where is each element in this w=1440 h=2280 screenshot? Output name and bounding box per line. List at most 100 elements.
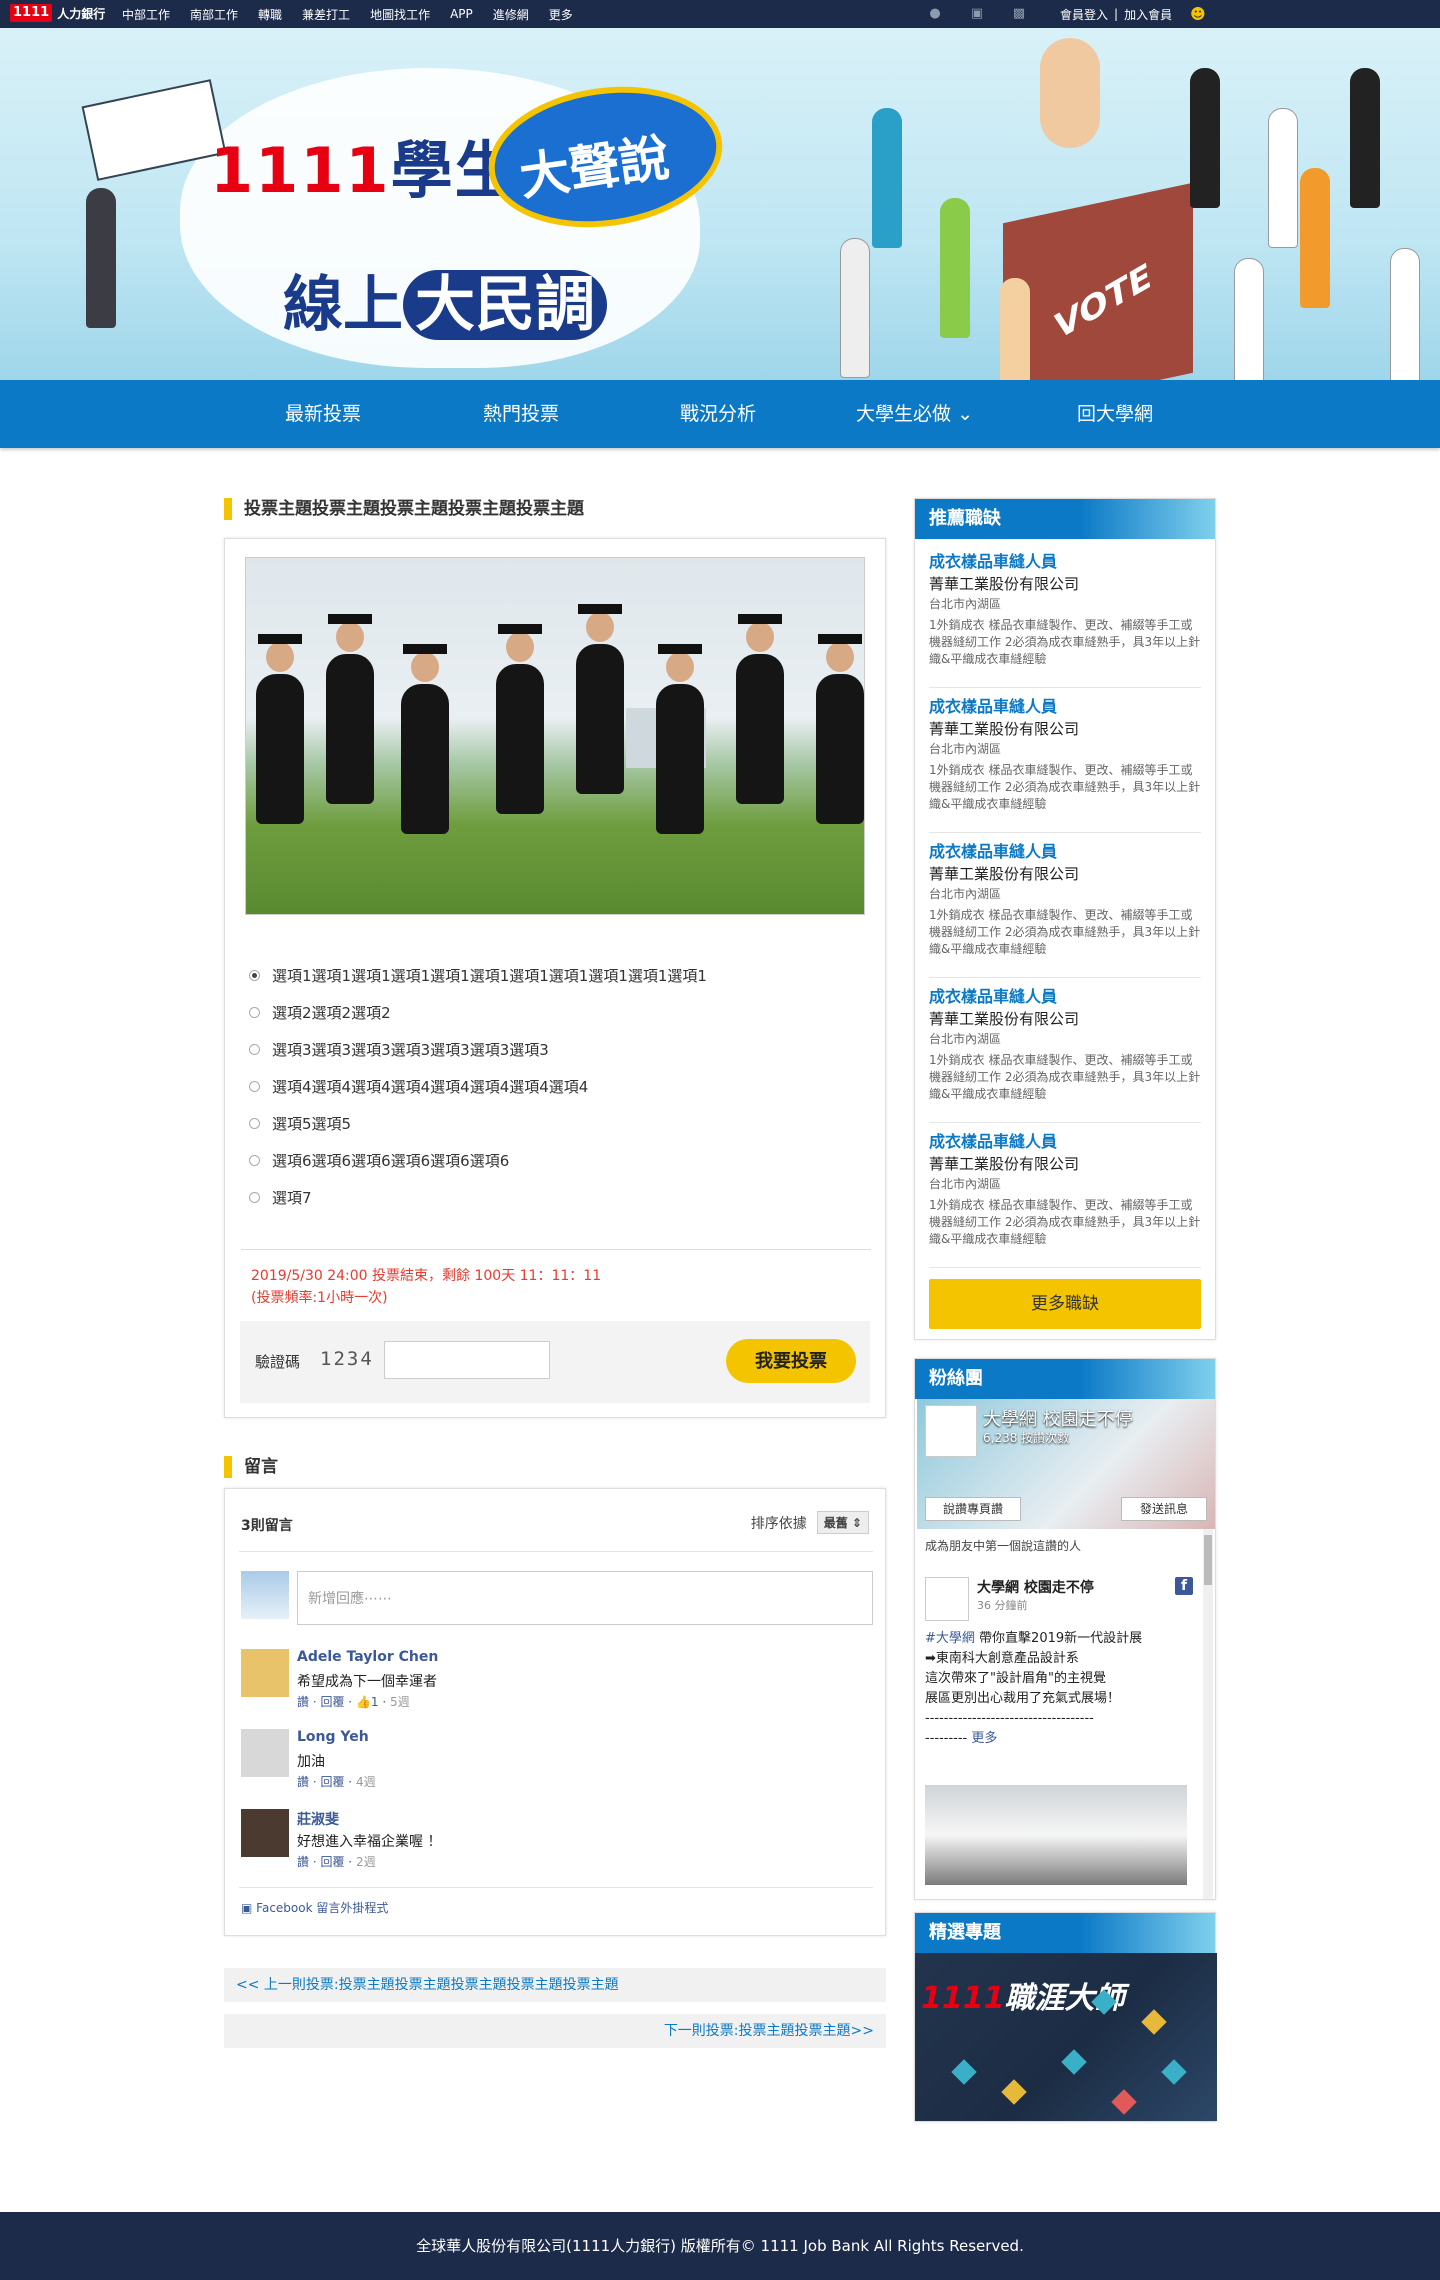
chevron-down-icon: ⌄ [957, 403, 973, 425]
search-doc-icon[interactable]: ▣ [968, 7, 986, 21]
fb-page-name[interactable]: 大學網 校園走不停 [983, 1405, 1133, 1431]
top-nav-item[interactable]: 兼差打工 [302, 6, 350, 23]
user-icon[interactable]: ☻ [1190, 5, 1206, 23]
new-comment-input[interactable]: 新增回應⋯⋯ [297, 1571, 873, 1625]
nav-must-do[interactable]: 大學生必做 ⌄ [856, 380, 973, 448]
radio[interactable] [249, 1155, 260, 1166]
poll-option[interactable]: 選項6選項6選項6選項6選項6選項6 [249, 1142, 707, 1179]
job-location: 台北市內湖區 [929, 742, 1002, 756]
poll-option[interactable]: 選項3選項3選項3選項3選項3選項3選項3 [249, 1031, 707, 1068]
radio[interactable] [249, 1192, 260, 1203]
poll-option[interactable]: 選項5選項5 [249, 1105, 707, 1142]
top-nav-item[interactable]: 地圖找工作 [370, 6, 430, 23]
reply-link[interactable]: 回覆 [320, 1775, 344, 1789]
bell-icon[interactable]: ● [926, 7, 944, 21]
site-logo[interactable]: 1111 人力銀行 [10, 4, 105, 22]
more-jobs-button[interactable]: 更多職缺 [929, 1279, 1201, 1329]
fb-likes: 6,238 按讚次數 [983, 1431, 1070, 1445]
verify-area: 驗證碼 1234 我要投票 [240, 1321, 870, 1403]
top-nav-item[interactable]: 進修網 [493, 6, 529, 23]
hero-bubble-text: 大聲說 [516, 128, 673, 207]
nav-back-portal[interactable]: 回大學網 [1077, 380, 1153, 448]
logo-name: 人力銀行 [57, 6, 106, 21]
comment-author[interactable]: Adele Taylor Chen [297, 1649, 438, 1665]
fb-more-link[interactable]: 更多 [971, 1731, 997, 1746]
nav-hot-votes[interactable]: 熱門投票 [483, 380, 559, 448]
person-figure [1234, 258, 1264, 380]
person-figure [1390, 248, 1420, 380]
sort-select[interactable]: 最舊 ⇕ [816, 1511, 869, 1534]
nav-latest-votes[interactable]: 最新投票 [285, 380, 361, 448]
person-figure [872, 108, 902, 248]
radio[interactable] [249, 1081, 260, 1092]
facebook-icon: f [1175, 1577, 1193, 1595]
job-title[interactable]: 成衣樣品車縫人員 [929, 986, 1201, 1008]
job-description: 1外銷成衣 樣品衣車縫製作、更改、補綴等手工或機器縫紉工作 2必須為成衣車縫熟手… [929, 1198, 1201, 1246]
job-description: 1外銷成衣 樣品衣車縫製作、更改、補綴等手工或機器縫紉工作 2必須為成衣車縫熟手… [929, 1053, 1201, 1101]
person-figure [86, 188, 116, 328]
join-link[interactable]: 加入會員 [1124, 6, 1172, 23]
comment-actions: 讚 · 回覆 · 2週 [297, 1855, 376, 1869]
scrollbar-thumb[interactable] [1204, 1535, 1212, 1585]
captcha-input[interactable] [384, 1341, 550, 1379]
radio[interactable] [249, 1007, 260, 1018]
top-nav-item[interactable]: 更多 [549, 6, 573, 23]
like-link[interactable]: 讚 [297, 1695, 309, 1709]
radio-selected[interactable] [249, 970, 260, 981]
reply-link[interactable]: 回覆 [320, 1695, 344, 1709]
poll-option[interactable]: 選項7 [249, 1179, 707, 1216]
scrollbar[interactable] [1203, 1529, 1213, 1899]
divider [241, 1249, 871, 1250]
top-nav-item[interactable]: 轉職 [258, 6, 282, 23]
like-link[interactable]: 讚 [297, 1855, 309, 1869]
comment-author[interactable]: 莊淑斐 [297, 1809, 339, 1829]
fb-message-button[interactable]: 發送訊息 [1121, 1497, 1207, 1521]
top-bar-right: ● ▣ ▩ 會員登入 | 加入會員 ☻ [914, 0, 1216, 28]
poll-option[interactable]: 選項2選項2選項2 [249, 994, 707, 1031]
job-title[interactable]: 成衣樣品車縫人員 [929, 551, 1201, 573]
comment-time: 5週 [389, 1695, 410, 1709]
person-figure [840, 238, 870, 378]
top-nav-item[interactable]: APP [450, 7, 473, 21]
job-title[interactable]: 成衣樣品車縫人員 [929, 1131, 1201, 1153]
comment-time: 4週 [355, 1775, 376, 1789]
radio[interactable] [249, 1044, 260, 1055]
topic-banner[interactable]: 1111職涯大師 [915, 1953, 1217, 2121]
poll-option-label: 選項2選項2選項2 [272, 1004, 391, 1022]
prev-poll-link[interactable]: << 上一則投票:投票主題投票主題投票主題投票主題投票主題 [224, 1968, 886, 2002]
person-figure [1190, 68, 1220, 208]
job-location: 台北市內湖區 [929, 1177, 1002, 1191]
job-title[interactable]: 成衣樣品車縫人員 [929, 696, 1201, 718]
nav-analysis[interactable]: 戰況分析 [680, 380, 756, 448]
comment-actions: 讚 · 回覆 · 👍1 · 5週 [297, 1695, 410, 1709]
vote-button[interactable]: 我要投票 [726, 1339, 856, 1383]
poll-option[interactable]: 選項4選項4選項4選項4選項4選項4選項4選項4 [249, 1068, 707, 1105]
comment-text: 希望成為下一個幸運者 [297, 1674, 437, 1690]
fb-post-line: ------------------------------------ [925, 1711, 1094, 1726]
job-title[interactable]: 成衣樣品車縫人員 [929, 841, 1201, 863]
top-nav-item[interactable]: 中部工作 [122, 6, 170, 23]
radio[interactable] [249, 1118, 260, 1129]
next-poll-link[interactable]: 下一則投票:投票主題投票主題>> [224, 2014, 886, 2048]
comment-count: 3則留言 [241, 1518, 293, 1534]
login-link[interactable]: 會員登入 [1060, 6, 1108, 23]
top-nav: 中部工作 南部工作 轉職 兼差打工 地圖找工作 APP 進修網 更多 [122, 0, 593, 28]
briefcase-icon[interactable]: ▩ [1010, 7, 1028, 21]
poll-panel: 選項1選項1選項1選項1選項1選項1選項1選項1選項1選項1選項1 選項2選項2… [224, 538, 886, 1418]
facebook-plugin-link[interactable]: ▣ Facebook 留言外掛程式 [241, 1899, 388, 1916]
comment-author[interactable]: Long Yeh [297, 1729, 369, 1745]
jobs-card: 推薦職缺 成衣樣品車縫人員 菁華工業股份有限公司 台北市內湖區 1外銷成衣 樣品… [914, 498, 1216, 1340]
poll-option[interactable]: 選項1選項1選項1選項1選項1選項1選項1選項1選項1選項1選項1 [249, 957, 707, 994]
fb-post-tag[interactable]: #大學網 [925, 1631, 975, 1646]
like-link[interactable]: 讚 [297, 1775, 309, 1789]
reply-link[interactable]: 回覆 [320, 1855, 344, 1869]
person-figure [1300, 168, 1330, 308]
top-bar: 1111 人力銀行 中部工作 南部工作 轉職 兼差打工 地圖找工作 APP 進修… [0, 0, 1440, 28]
fans-title: 粉絲團 [915, 1359, 1215, 1399]
vote-box-label: VOTE [1049, 257, 1158, 347]
fb-post-author[interactable]: 大學網 校園走不停 [977, 1577, 1094, 1597]
top-nav-item[interactable]: 南部工作 [190, 6, 238, 23]
poll-option-label: 選項3選項3選項3選項3選項3選項3選項3 [272, 1041, 549, 1059]
comment-actions: 讚 · 回覆 · 4週 [297, 1775, 376, 1789]
fb-like-page-button[interactable]: 說讚專頁讚 [925, 1497, 1021, 1521]
